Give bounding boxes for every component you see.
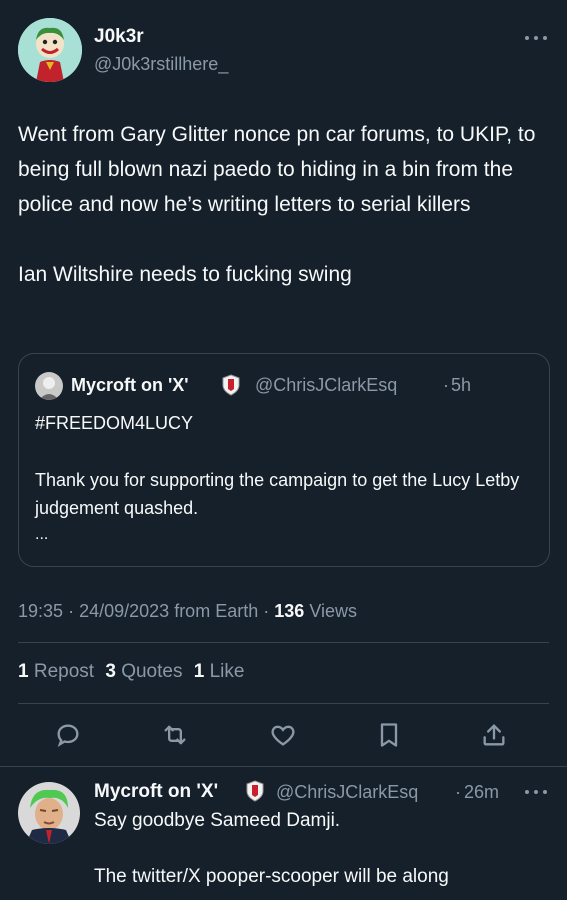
quotes-label: Quotes xyxy=(121,661,183,682)
verified-shield-icon xyxy=(221,374,241,396)
reply-line1: Say goodbye Sameed Damji. xyxy=(94,810,341,831)
quoted-avatar xyxy=(35,372,63,400)
reply-line2: The twitter/X pooper-scooper will be alo… xyxy=(94,866,449,887)
author-handle[interactable]: @J0k3rstillhere_ xyxy=(94,54,228,75)
reply-verified-shield-icon xyxy=(245,780,265,802)
reply-time[interactable]: 26m xyxy=(464,782,499,803)
reposts-stat[interactable]: 1 Repost xyxy=(18,661,99,682)
likes-stat[interactable]: 1 Like xyxy=(194,661,245,682)
author-avatar[interactable] xyxy=(18,18,82,82)
author-name[interactable]: J0k3r xyxy=(94,26,144,48)
share-icon[interactable] xyxy=(478,719,510,751)
reply-sep: · xyxy=(455,782,461,802)
reply-icon[interactable] xyxy=(52,719,84,751)
divider-top xyxy=(18,642,549,643)
quoted-author-name: Mycroft on 'X' xyxy=(71,375,189,395)
reposts-count: 1 xyxy=(18,661,29,682)
quotes-count: 3 xyxy=(105,661,116,682)
quoted-ellipsis: ... xyxy=(35,526,49,543)
views-label[interactable]: Views xyxy=(309,601,357,621)
quoted-handle: @ChrisJClarkEsq xyxy=(255,375,398,395)
quoted-sep: · xyxy=(443,375,449,395)
tweet-source: from Earth xyxy=(174,601,259,621)
tweet-text: Went from Gary Glitter nonce pn car foru… xyxy=(18,123,536,286)
like-icon[interactable] xyxy=(267,719,299,751)
reposts-label: Repost xyxy=(33,661,95,682)
tweet-stats: 1 Repost 3 Quotes 1 Like xyxy=(18,661,244,683)
divider-bottom xyxy=(0,766,567,767)
bookmark-icon[interactable] xyxy=(373,719,405,751)
quoted-line2: Thank you for supporting the campaign to… xyxy=(35,470,520,518)
reply-more-dots-icon[interactable] xyxy=(522,784,550,800)
quoted-time: 5h xyxy=(451,375,472,395)
quoted-tweet[interactable]: Mycroft on 'X' @ChrisJClarkEsq · 5h #FRE… xyxy=(18,353,550,567)
retweet-icon[interactable] xyxy=(159,719,191,751)
meta-sep1: · xyxy=(68,601,75,621)
tweet-meta: 19:35 · 24/09/2023 from Earth · 136 View… xyxy=(18,601,357,622)
reply-handle[interactable]: @ChrisJClarkEsq xyxy=(276,782,418,803)
tweet-time: 19:35 xyxy=(18,601,64,621)
reply-avatar[interactable] xyxy=(18,782,80,844)
likes-label: Like xyxy=(209,661,245,682)
likes-count: 1 xyxy=(193,661,205,682)
meta-sep2: · xyxy=(263,601,270,621)
quotes-stat[interactable]: 3 Quotes xyxy=(105,661,187,682)
quoted-line1: #FREEDOM4LUCY xyxy=(35,413,194,433)
tweet-date: 24/09/2023 xyxy=(79,601,170,621)
views-count[interactable]: 136 xyxy=(274,601,304,621)
divider-middle xyxy=(18,703,549,704)
more-dots-icon[interactable] xyxy=(522,30,550,46)
reply-author-name[interactable]: Mycroft on 'X' xyxy=(94,781,218,803)
